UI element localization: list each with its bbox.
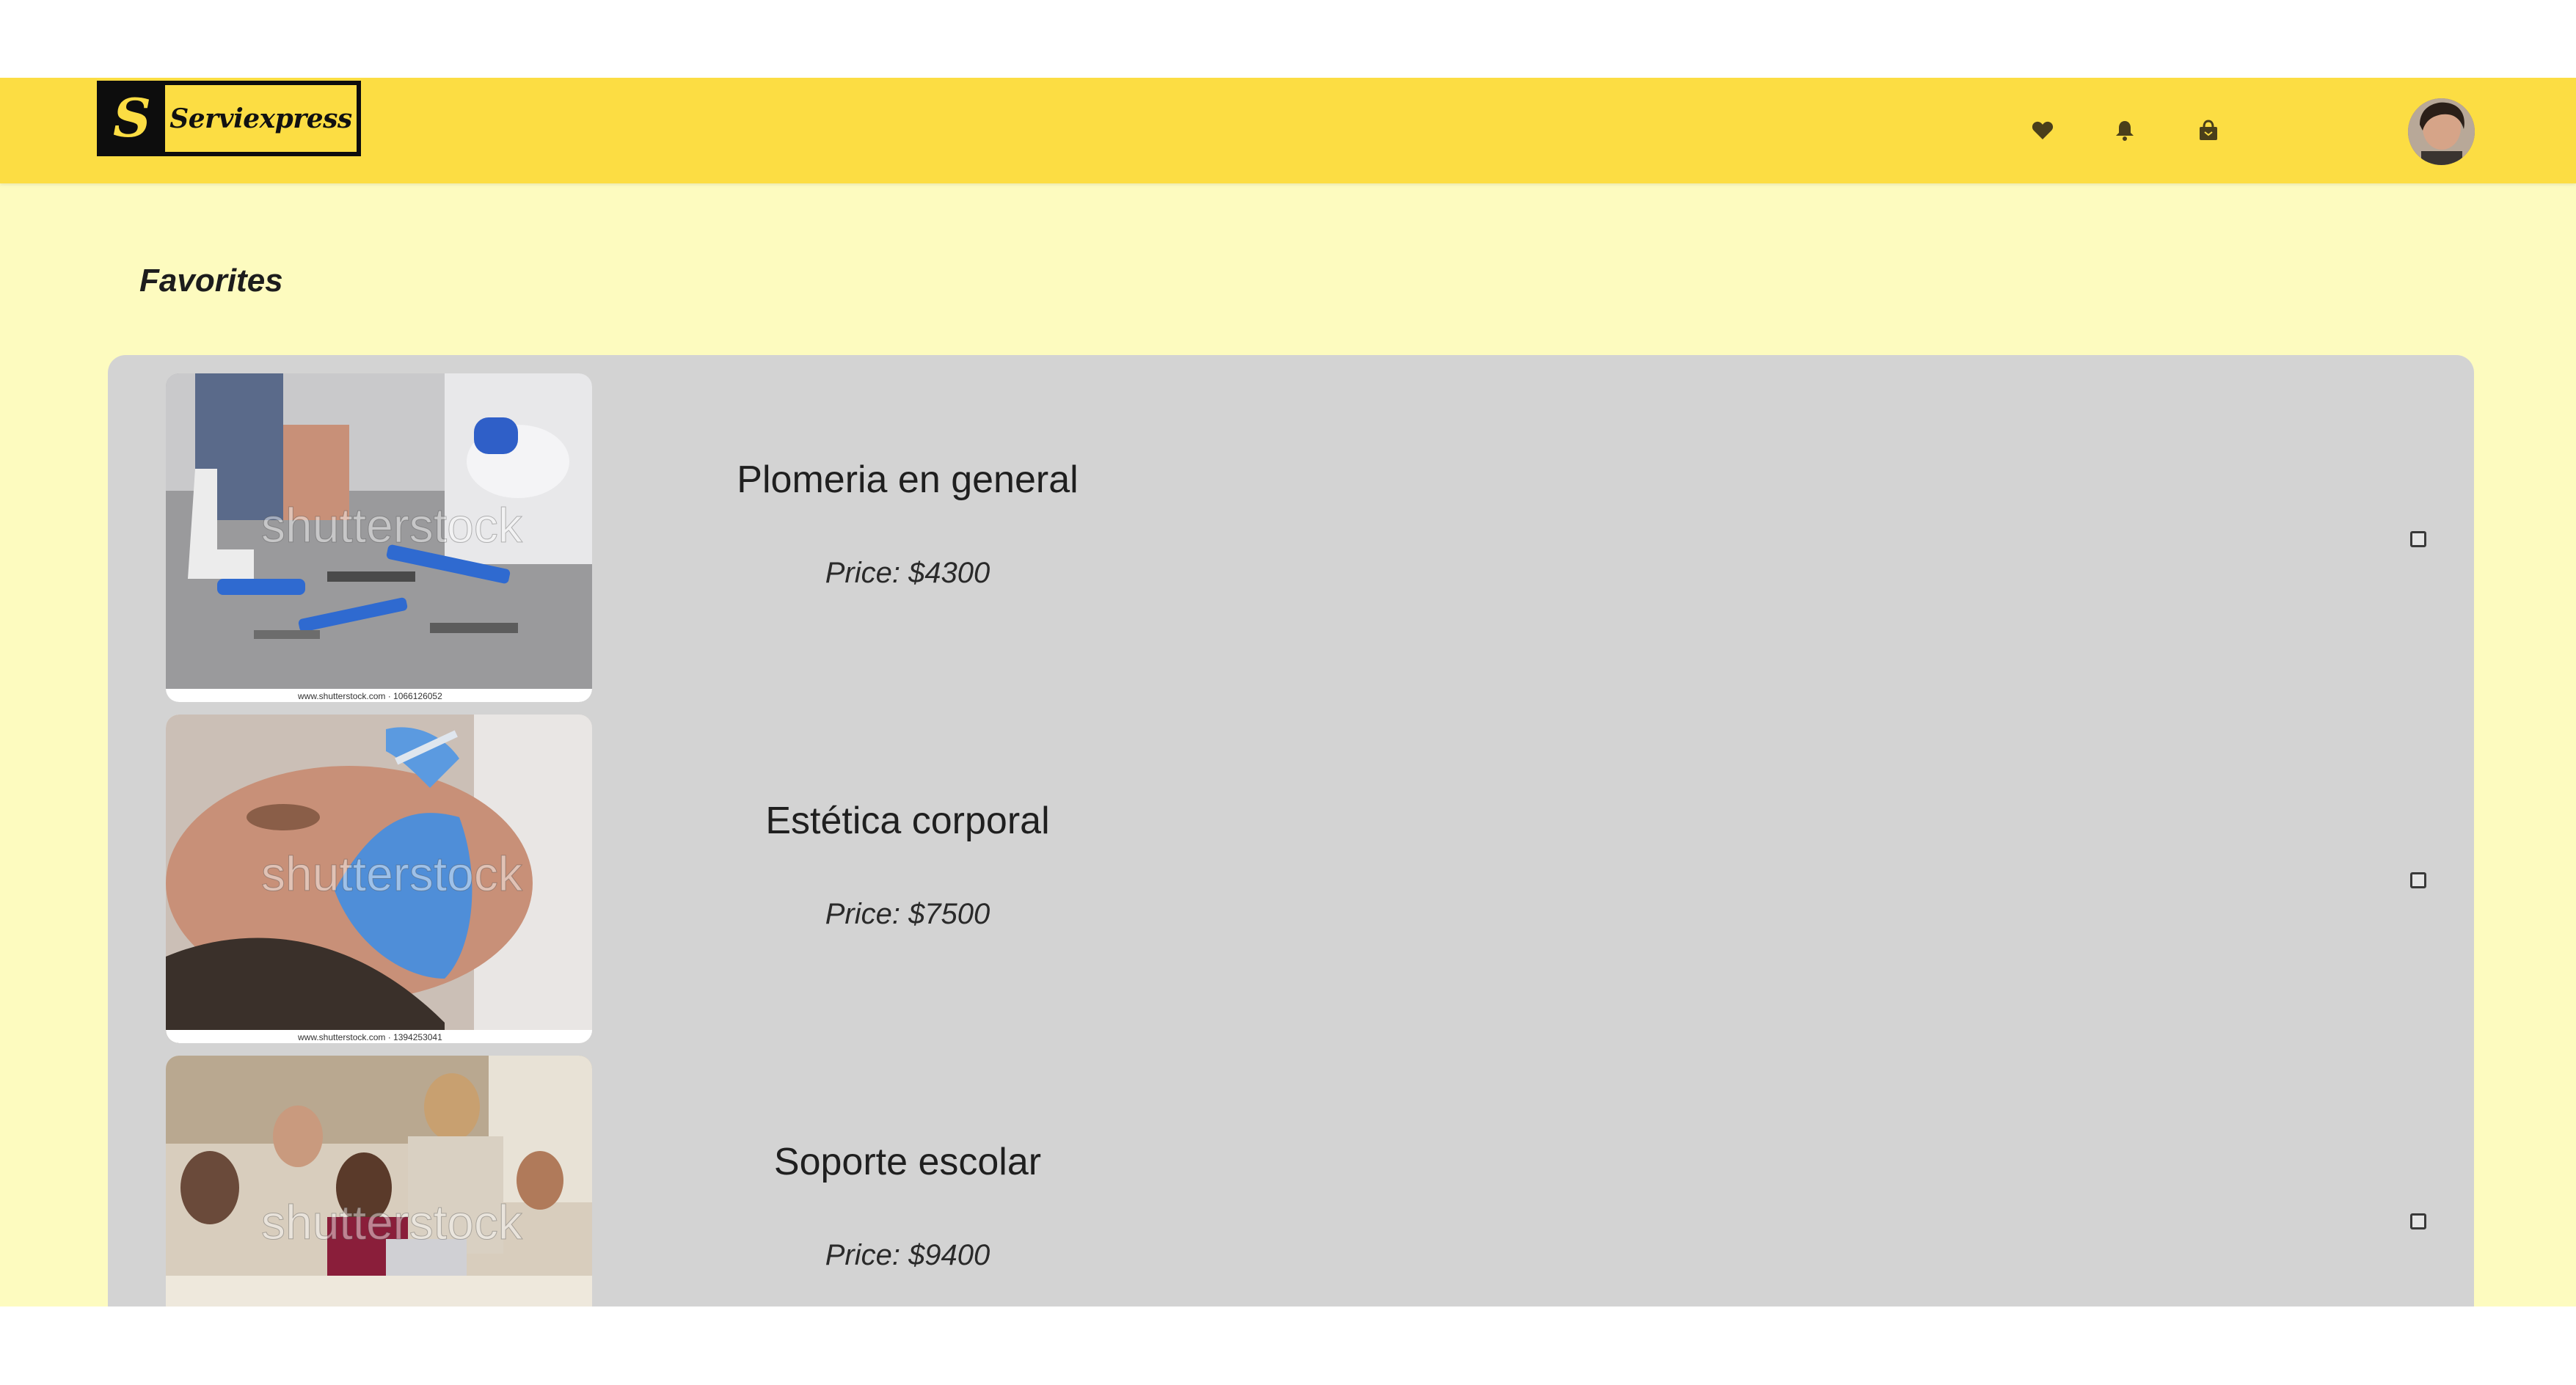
top-navbar: S Serviexpress bbox=[0, 78, 2576, 183]
user-avatar[interactable] bbox=[2408, 98, 2475, 165]
bell-icon bbox=[2116, 121, 2134, 141]
logo-mark: S bbox=[99, 83, 164, 154]
favorites-panel: shutterstock www.shutterstock.com · 1066… bbox=[108, 355, 2474, 1307]
service-price: Price: $9400 bbox=[825, 1239, 990, 1271]
brand-logo[interactable]: S Serviexpress bbox=[97, 81, 361, 156]
logo-letter: S bbox=[113, 89, 151, 148]
service-image[interactable]: shutterstock www.shutterstock.com · 1066… bbox=[166, 373, 592, 702]
brand-name: Serviexpress bbox=[169, 103, 352, 134]
service-price: Price: $7500 bbox=[825, 898, 990, 930]
heart-icon bbox=[2032, 121, 2054, 139]
image-watermark: shutterstock bbox=[261, 1195, 523, 1249]
app-root: S Serviexpress Favorites shutterstock ww… bbox=[0, 78, 2576, 1307]
favorite-checkbox[interactable] bbox=[2410, 872, 2426, 888]
notifications-nav-button[interactable] bbox=[2104, 110, 2145, 151]
favorite-checkbox[interactable] bbox=[2410, 1213, 2426, 1229]
image-watermark: shutterstock bbox=[261, 847, 523, 901]
favorite-card[interactable]: shutterstock www.shutterstock.com · 1394… bbox=[108, 696, 2474, 1043]
page-title: Favorites bbox=[139, 263, 283, 299]
logo-text-box: Serviexpress bbox=[165, 85, 357, 152]
favorite-checkbox[interactable] bbox=[2410, 531, 2426, 547]
avatar-photo bbox=[2408, 98, 2475, 165]
orders-nav-button[interactable] bbox=[2188, 110, 2229, 151]
image-watermark: shutterstock bbox=[261, 498, 523, 552]
favorite-card[interactable]: shutterstock www.shutterstock.com · 1066… bbox=[108, 355, 2474, 702]
bag-icon bbox=[2200, 120, 2217, 140]
service-image[interactable]: shutterstock bbox=[166, 1056, 592, 1307]
service-title[interactable]: Soporte escolar bbox=[651, 1140, 1164, 1184]
service-image[interactable]: shutterstock www.shutterstock.com · 1394… bbox=[166, 715, 592, 1043]
service-title[interactable]: Plomeria en general bbox=[651, 458, 1164, 502]
service-title[interactable]: Estética corporal bbox=[651, 799, 1164, 843]
service-price: Price: $4300 bbox=[825, 557, 990, 589]
favorites-nav-button[interactable] bbox=[2022, 110, 2063, 151]
favorite-card[interactable]: shutterstock Soporte escolar Price: $940… bbox=[108, 1037, 2474, 1307]
